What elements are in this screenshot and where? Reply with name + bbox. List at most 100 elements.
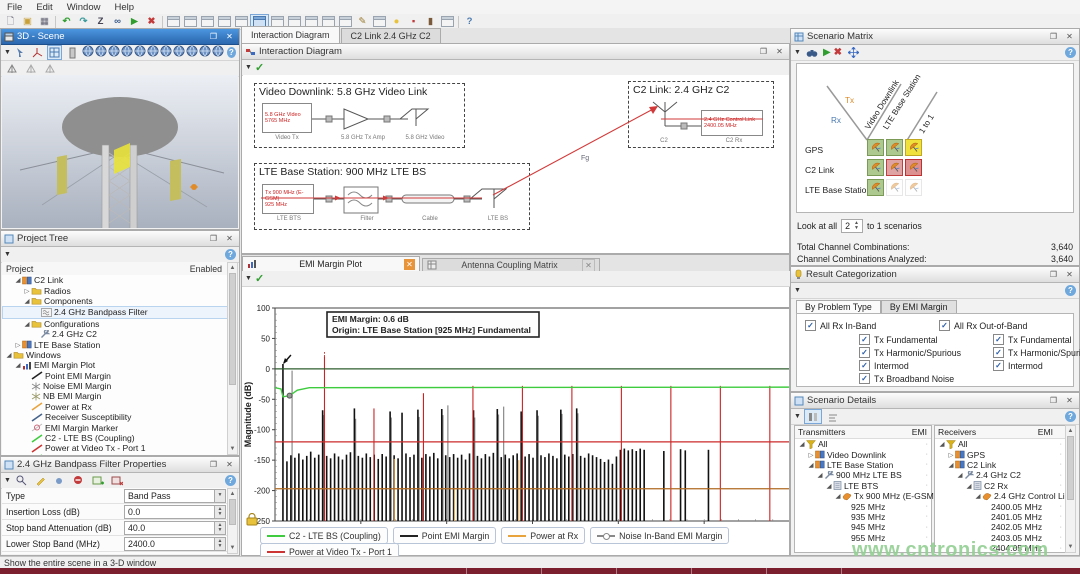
- collapse-icon[interactable]: ◢: [23, 320, 31, 328]
- chevron-down-icon[interactable]: ▼: [4, 49, 11, 56]
- hourglass-icon[interactable]: Z: [92, 15, 109, 28]
- collapse-icon[interactable]: ◢: [23, 297, 31, 305]
- close-icon[interactable]: ✕: [1063, 394, 1076, 407]
- collapse-icon[interactable]: ◢: [816, 471, 824, 479]
- property-select[interactable]: Band Pass▼: [124, 489, 226, 503]
- view-orb-icon[interactable]: [199, 45, 211, 60]
- tab-antenna-coupling-matrix[interactable]: Antenna Coupling Matrix ✕: [422, 258, 600, 271]
- matrix-cell-lte-base-station-1[interactable]: [886, 179, 903, 196]
- new-file-icon[interactable]: 🗋: [2, 15, 19, 28]
- doc-tab-c2-link-2-4-ghz-c2[interactable]: C2 Link 2.4 GHz C2: [341, 28, 441, 43]
- view-orb-icon[interactable]: [134, 45, 146, 60]
- close-tab-icon[interactable]: ✕: [582, 259, 595, 272]
- tree-item[interactable]: ◢Components: [2, 296, 228, 306]
- close-icon[interactable]: ✕: [1063, 268, 1076, 281]
- properties-scrollbar[interactable]: ▲ ▼: [227, 488, 238, 554]
- tree-item[interactable]: ◢LTE BTS·: [795, 481, 931, 491]
- help-icon[interactable]: ?: [1065, 285, 1076, 296]
- tree-item[interactable]: 2400.05 MHz·: [935, 501, 1065, 511]
- float-icon[interactable]: ❐: [1047, 394, 1060, 407]
- stop-x-icon[interactable]: ✖: [143, 15, 160, 28]
- view-orb-icon[interactable]: [212, 45, 224, 60]
- view-orb-icon[interactable]: [108, 45, 120, 60]
- chevron-down-icon[interactable]: ▼: [794, 287, 801, 294]
- validate-check-icon[interactable]: ✓: [255, 272, 264, 285]
- expand-toggle-icon[interactable]: [825, 410, 841, 423]
- view-orb-icon[interactable]: [173, 45, 185, 60]
- save-icon[interactable]: ▦: [36, 15, 53, 28]
- collapse-icon[interactable]: ◢: [798, 440, 806, 448]
- checkbox-in-tx-fundamental[interactable]: ✓Tx Fundamental: [859, 334, 938, 345]
- chevron-down-icon[interactable]: ▼: [794, 413, 801, 420]
- matrix-cell-gps-1[interactable]: [886, 139, 903, 156]
- antenna-tool-icon[interactable]: [4, 62, 20, 75]
- checkbox-out-intermod[interactable]: ✓Intermod: [993, 360, 1043, 371]
- close-icon[interactable]: ✕: [773, 45, 786, 58]
- tree-item[interactable]: ◢Tx 900 MHz (E-GSM)·: [795, 491, 931, 501]
- legend-item[interactable]: Noise In-Band EMI Margin: [590, 527, 729, 544]
- property-input[interactable]: 2400.0▲▼: [124, 537, 226, 551]
- collapse-icon[interactable]: ◢: [834, 492, 842, 500]
- select-tool-icon[interactable]: [14, 46, 27, 59]
- legend-item[interactable]: Point EMI Margin: [393, 527, 496, 544]
- project-tree-scrollbar[interactable]: ▲ ▼: [227, 262, 238, 455]
- layout-1-icon[interactable]: [165, 15, 182, 28]
- add-table-icon[interactable]: [90, 474, 106, 487]
- close-icon[interactable]: ✕: [1063, 30, 1076, 43]
- tree-item[interactable]: 925 MHz·: [795, 501, 931, 511]
- help-icon[interactable]: ?: [225, 249, 236, 260]
- grid-view-icon[interactable]: [47, 45, 62, 60]
- diagram-canvas[interactable]: Video Downlink: 5.8 GHz Video Link 5.8 G…: [243, 75, 789, 253]
- tree-item[interactable]: ◢C2 Link: [2, 275, 228, 285]
- tree-item[interactable]: ◢All·: [935, 439, 1065, 449]
- remove-icon[interactable]: [71, 474, 87, 487]
- legend-item[interactable]: C2 - LTE BS (Coupling): [260, 527, 388, 544]
- 3d-scene-titlebar[interactable]: 3D - Scene ❐ ✕: [1, 29, 239, 45]
- tree-item[interactable]: ◢900 MHz LTE BS·: [795, 470, 931, 480]
- column-project[interactable]: Project: [2, 264, 33, 274]
- layout-12-icon[interactable]: [439, 15, 456, 28]
- layout-10-icon[interactable]: [337, 15, 354, 28]
- tree-item[interactable]: 945 MHz·: [795, 522, 931, 532]
- view-orientation-icons[interactable]: [82, 45, 224, 60]
- user-yellow-icon[interactable]: ●: [388, 15, 405, 28]
- close-icon[interactable]: ✕: [223, 232, 236, 245]
- collapse-icon[interactable]: ◢: [14, 276, 22, 284]
- scenario-count-stepper[interactable]: 2 ▲▼: [841, 219, 863, 233]
- emi-header[interactable]: EMI: [1038, 427, 1065, 437]
- 3d-viewport[interactable]: [2, 75, 238, 228]
- float-icon[interactable]: ❐: [1047, 268, 1060, 281]
- view-orb-icon[interactable]: [121, 45, 133, 60]
- expand-icon[interactable]: ▷: [14, 341, 22, 349]
- receivers-tree[interactable]: ◢All·▷GPS·◢C2 Link·◢2.4 GHz C2·◢C2 Rx·◢2…: [935, 439, 1065, 553]
- collapse-icon[interactable]: ◢: [5, 351, 13, 359]
- collapse-icon[interactable]: ◢: [956, 471, 964, 479]
- menu-window[interactable]: Window: [60, 2, 108, 13]
- tree-item[interactable]: ◢C2 Rx·: [935, 481, 1065, 491]
- video-tx-component[interactable]: 5.8 GHz Video 5765 MHz: [262, 103, 312, 133]
- tree-item[interactable]: Receiver Susceptibility: [2, 412, 228, 422]
- layout-11-icon[interactable]: [371, 15, 388, 28]
- lock-icon[interactable]: [52, 474, 68, 487]
- tree-item[interactable]: ◢All·: [795, 439, 931, 449]
- checkbox-in-tx-harmonic-spurious[interactable]: ✓Tx Harmonic/Spurious: [859, 347, 961, 358]
- tree-item[interactable]: ◢Windows: [2, 350, 228, 360]
- lock-icon[interactable]: [245, 513, 259, 526]
- project-tree-titlebar[interactable]: Project Tree ❐ ✕: [1, 231, 239, 247]
- antenna-tool3-icon[interactable]: [42, 62, 58, 75]
- tree-item[interactable]: ◢C2 Link·: [935, 460, 1065, 470]
- tree-item[interactable]: Power at 5.8 GHz Tx Amp - 2: [2, 454, 228, 455]
- truck-dark-icon[interactable]: ▮: [422, 15, 439, 28]
- column-enabled[interactable]: Enabled: [190, 264, 228, 274]
- property-input[interactable]: 40.0▲▼: [124, 521, 226, 535]
- tree-item[interactable]: 2402.05 MHz·: [935, 522, 1065, 532]
- project-tree-header[interactable]: Project Enabled: [2, 262, 228, 276]
- collapse-icon[interactable]: ◢: [807, 461, 815, 469]
- help-icon[interactable]: ?: [227, 47, 236, 58]
- checkbox-out-tx-fundamental[interactable]: ✓Tx Fundamental: [993, 334, 1072, 345]
- cart-red-icon[interactable]: ▪: [405, 15, 422, 28]
- edit-pencil-icon[interactable]: ✎: [354, 15, 371, 28]
- undo-icon[interactable]: ↶: [58, 15, 75, 28]
- tree-item[interactable]: 2401.05 MHz·: [935, 512, 1065, 522]
- tree-item[interactable]: NB EMI Margin: [2, 391, 228, 401]
